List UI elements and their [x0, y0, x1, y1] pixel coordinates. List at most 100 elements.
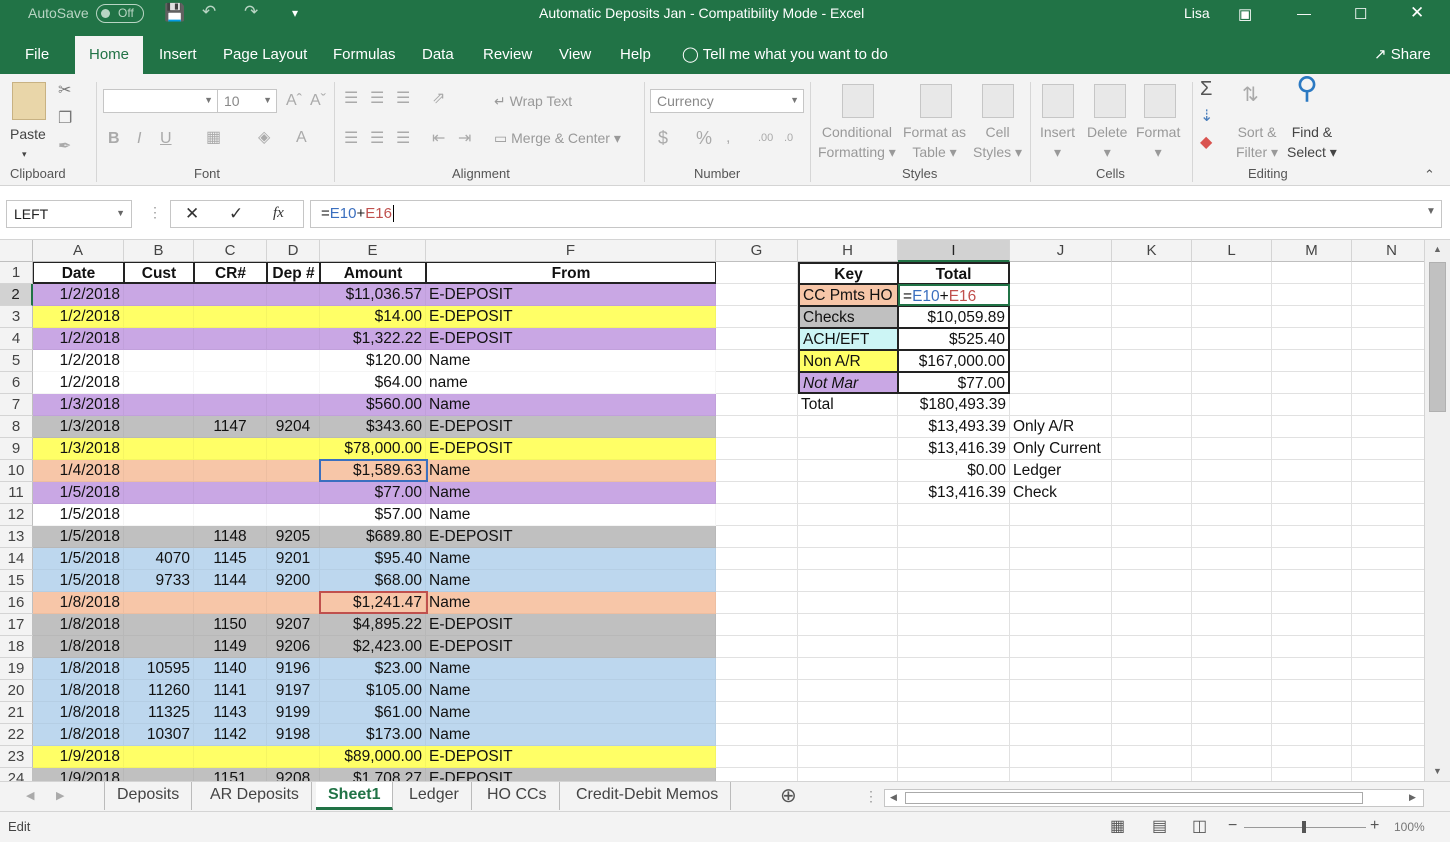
cell-cust[interactable] — [124, 614, 194, 636]
grid-cell[interactable] — [716, 262, 798, 284]
delete-cells-button[interactable]: Delete ▾ — [1087, 122, 1127, 162]
grid-cell[interactable] — [798, 416, 898, 438]
grid-cell[interactable] — [716, 482, 798, 504]
grid-cell[interactable] — [1112, 724, 1192, 746]
grid-cell[interactable] — [1272, 526, 1352, 548]
bold-icon[interactable]: B — [108, 130, 120, 148]
grid-cell[interactable] — [898, 592, 1010, 614]
format-painter-icon[interactable]: ✒ — [58, 138, 71, 156]
cell-date[interactable]: 1/8/2018 — [33, 614, 124, 636]
cell-date[interactable]: 1/2/2018 — [33, 306, 124, 328]
row-header[interactable]: 23 — [0, 746, 33, 768]
grid-cell[interactable] — [1272, 636, 1352, 658]
insert-cells-button[interactable]: Insert ▾ — [1040, 122, 1075, 162]
summary-value[interactable]: $13,416.39 — [898, 482, 1010, 504]
grid-cell[interactable] — [1192, 328, 1272, 350]
grid-cell[interactable] — [1352, 724, 1424, 746]
tab-formulas[interactable]: Formulas — [319, 38, 410, 74]
cell-cust[interactable] — [124, 460, 194, 482]
grid-cell[interactable] — [716, 328, 798, 350]
grid-cell[interactable] — [1272, 548, 1352, 570]
grid-cell[interactable] — [716, 306, 798, 328]
grid-cell[interactable] — [1112, 526, 1192, 548]
table-header-cell[interactable]: Cust — [124, 262, 194, 284]
cell-amount[interactable]: $4,895.22 — [320, 614, 426, 636]
redo-icon[interactable]: ↷ — [244, 2, 258, 22]
cell-dep[interactable] — [267, 306, 320, 328]
grid-cell[interactable] — [1112, 306, 1192, 328]
user-name[interactable]: Lisa — [1184, 5, 1210, 21]
cell-cr[interactable]: 1150 — [194, 614, 267, 636]
grid-cell[interactable] — [1272, 284, 1352, 306]
grid-cell[interactable] — [1010, 350, 1112, 372]
cell-amount[interactable]: $343.60 — [320, 416, 426, 438]
grid-cell[interactable] — [1352, 592, 1424, 614]
align-right-icon[interactable]: ☰ — [396, 130, 410, 148]
column-header-e[interactable]: E — [320, 240, 426, 262]
grid-cell[interactable] — [716, 570, 798, 592]
tab-help[interactable]: Help — [606, 38, 665, 74]
grid-cell[interactable] — [1272, 680, 1352, 702]
cell-cust[interactable]: 10307 — [124, 724, 194, 746]
cell-from[interactable]: E-DEPOSIT — [426, 416, 716, 438]
cell-cust[interactable]: 4070 — [124, 548, 194, 570]
key-label[interactable]: Checks — [798, 306, 898, 328]
grid-cell[interactable] — [1192, 746, 1272, 768]
cell-cust[interactable] — [124, 504, 194, 526]
cell-dep[interactable]: 9208 — [267, 768, 320, 781]
increase-decimal-icon[interactable]: .00 — [758, 129, 773, 147]
select-all-corner[interactable] — [0, 240, 33, 262]
column-header-h[interactable]: H — [798, 240, 898, 262]
scroll-left-icon[interactable]: ◀ — [890, 792, 897, 803]
grid-cell[interactable] — [1112, 680, 1192, 702]
sort-filter-button[interactable]: Sort & Filter ▾ — [1236, 122, 1278, 162]
cell-cust[interactable] — [124, 372, 194, 394]
grid-cell[interactable] — [798, 636, 898, 658]
cell-amount[interactable]: $105.00 — [320, 680, 426, 702]
grid-cell[interactable] — [798, 746, 898, 768]
grid-cell[interactable] — [716, 768, 798, 781]
cell-from[interactable]: E-DEPOSIT — [426, 328, 716, 350]
grid-cell[interactable] — [1352, 746, 1424, 768]
cell-dep[interactable]: 9198 — [267, 724, 320, 746]
grid-cell[interactable] — [1272, 416, 1352, 438]
grid-cell[interactable] — [1010, 680, 1112, 702]
cell-cr[interactable] — [194, 350, 267, 372]
grid-cell[interactable] — [1192, 636, 1272, 658]
grid-cell[interactable] — [898, 548, 1010, 570]
row-header[interactable]: 9 — [0, 438, 33, 460]
grid-cell[interactable] — [1112, 416, 1192, 438]
cell-date[interactable]: 1/3/2018 — [33, 394, 124, 416]
page-layout-view-icon[interactable]: ▤ — [1152, 816, 1167, 836]
grid-cell[interactable] — [898, 702, 1010, 724]
grid-cell[interactable] — [716, 614, 798, 636]
sheet-tab-credit-debit-memos[interactable]: Credit-Debit Memos — [564, 782, 732, 810]
cell-cr[interactable]: 1147 — [194, 416, 267, 438]
key-total[interactable]: =E10+E16 — [898, 284, 1010, 306]
grid-cell[interactable] — [898, 614, 1010, 636]
cell-from[interactable]: Name — [426, 680, 716, 702]
column-header-l[interactable]: L — [1192, 240, 1272, 262]
cell-amount[interactable]: $560.00 — [320, 394, 426, 416]
row-header[interactable]: 13 — [0, 526, 33, 548]
grid-cell[interactable] — [1112, 658, 1192, 680]
row-header[interactable]: 17 — [0, 614, 33, 636]
key-total[interactable]: $525.40 — [898, 328, 1010, 350]
grid-cell[interactable] — [1112, 460, 1192, 482]
row-header[interactable]: 21 — [0, 702, 33, 724]
sheet-tab-ho-ccs[interactable]: HO CCs — [475, 782, 560, 810]
cell-date[interactable]: 1/8/2018 — [33, 636, 124, 658]
cell-dep[interactable]: 9196 — [267, 658, 320, 680]
bottom-align-icon[interactable]: ☰ — [396, 90, 410, 108]
summary-label[interactable]: Ledger — [1010, 460, 1112, 482]
insert-cells-icon[interactable] — [1042, 84, 1074, 118]
row-header[interactable]: 15 — [0, 570, 33, 592]
cell-cr[interactable] — [194, 504, 267, 526]
cell-dep[interactable]: 9207 — [267, 614, 320, 636]
tab-insert[interactable]: Insert — [145, 38, 211, 74]
middle-align-icon[interactable]: ☰ — [370, 90, 384, 108]
format-cells-button[interactable]: Format ▾ — [1136, 122, 1180, 162]
conditional-formatting-button[interactable]: Conditional Formatting ▾ — [818, 122, 896, 162]
grid-cell[interactable] — [1352, 460, 1424, 482]
cell-cr[interactable]: 1144 — [194, 570, 267, 592]
